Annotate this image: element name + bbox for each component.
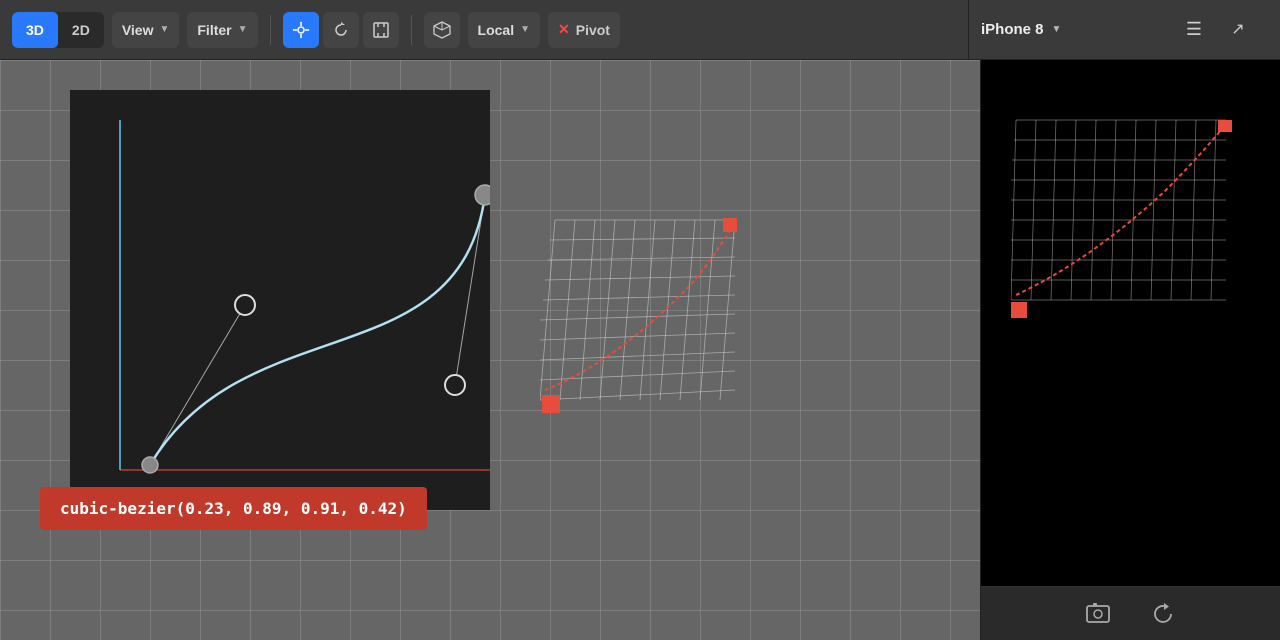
filter-dropdown[interactable]: Filter ▼ [187, 12, 257, 48]
main-area: cubic-bezier(0.23, 0.89, 0.91, 0.42) [0, 60, 1280, 640]
device-label: iPhone 8 [981, 21, 1044, 38]
pivot-x-icon: ✕ [558, 21, 570, 38]
view-dropdown[interactable]: View ▼ [112, 12, 180, 48]
chevron-down-icon[interactable]: ▼ [1052, 24, 1062, 35]
move-tool-button[interactable] [283, 12, 319, 48]
2d-button[interactable]: 2D [58, 12, 104, 48]
rotate-tool-button[interactable] [323, 12, 359, 48]
frame-tool-button[interactable] [363, 12, 399, 48]
3d-viewport[interactable]: cubic-bezier(0.23, 0.89, 0.91, 0.42) [0, 60, 980, 640]
pivot-button[interactable]: ✕ Pivot [548, 12, 620, 48]
dimension-toggle: 3D 2D [12, 12, 104, 48]
main-toolbar: 3D 2D View ▼ Filter ▼ [0, 0, 1280, 60]
external-link-button[interactable]: ↗ [1220, 11, 1256, 47]
device-selector-bar: iPhone 8 ▼ ☰ ↗ [968, 0, 1268, 60]
iphone-screen [981, 60, 1280, 586]
chevron-down-icon: ▼ [238, 24, 248, 35]
chevron-down-icon: ▼ [520, 24, 530, 35]
3d-button[interactable]: 3D [12, 12, 58, 48]
local-dropdown[interactable]: Local ▼ [468, 12, 540, 48]
menu-button[interactable]: ☰ [1176, 11, 1212, 47]
cube-button[interactable] [424, 12, 460, 48]
separator-2 [411, 15, 412, 45]
transform-tools [283, 12, 399, 48]
bezier-canvas [70, 90, 490, 510]
back-button[interactable] [1151, 601, 1177, 627]
chevron-down-icon: ▼ [159, 24, 169, 35]
3d-mesh [540, 200, 740, 430]
iphone-bottom-bar [981, 586, 1280, 640]
separator [270, 15, 271, 45]
bezier-panel[interactable] [70, 90, 490, 510]
bezier-formula-label: cubic-bezier(0.23, 0.89, 0.91, 0.42) [40, 487, 427, 530]
iphone-preview-panel [980, 60, 1280, 640]
screenshot-button[interactable] [1085, 601, 1111, 627]
